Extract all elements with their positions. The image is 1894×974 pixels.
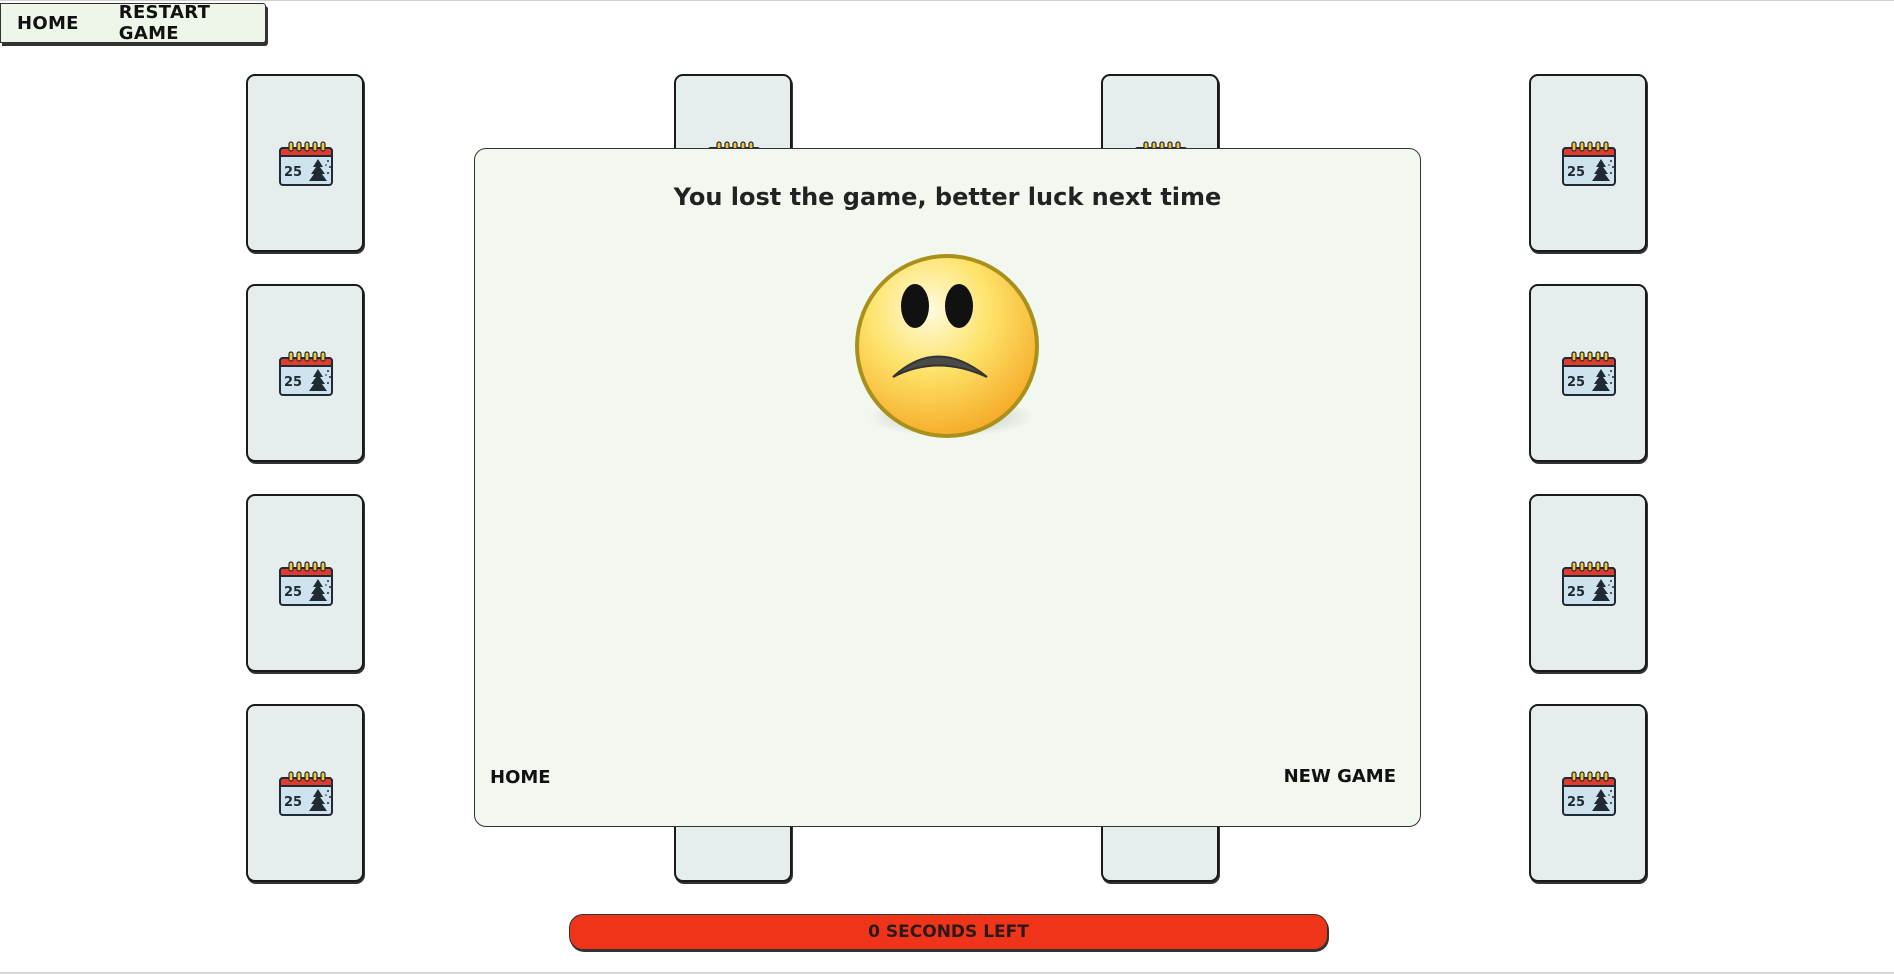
christmas-calendar-icon: 25 <box>279 141 333 186</box>
game-over-dialog: You lost the game, better luck next time… <box>474 148 1421 827</box>
new-game-button[interactable]: NEW GAME <box>1284 766 1396 787</box>
home-button[interactable]: HOME <box>17 13 79 34</box>
svg-text:25: 25 <box>1567 375 1585 390</box>
christmas-calendar-icon: 25 <box>1562 141 1616 186</box>
restart-game-button[interactable]: RESTART GAME <box>119 2 265 44</box>
svg-text:25: 25 <box>1567 795 1585 810</box>
svg-text:25: 25 <box>1567 165 1585 180</box>
countdown-timer-bar: 0 SECONDS LEFT <box>569 914 1328 950</box>
game-over-message: You lost the game, better luck next time <box>673 183 1222 211</box>
christmas-calendar-icon: 25 <box>1562 351 1616 396</box>
svg-text:25: 25 <box>284 795 302 810</box>
sad-face-icon <box>855 254 1039 438</box>
memory-card[interactable]: 25 <box>246 284 364 462</box>
svg-text:25: 25 <box>284 165 302 180</box>
svg-text:25: 25 <box>1567 585 1585 600</box>
memory-card[interactable]: 25 <box>1529 494 1647 672</box>
christmas-calendar-icon: 25 <box>1562 561 1616 606</box>
christmas-calendar-icon: 25 <box>1562 771 1616 816</box>
memory-card[interactable]: 25 <box>246 704 364 882</box>
memory-card[interactable]: 25 <box>1529 74 1647 252</box>
time-left-text: 0 SECONDS LEFT <box>868 922 1029 942</box>
top-toolbar: HOME RESTART GAME <box>0 2 266 44</box>
svg-text:25: 25 <box>284 375 302 390</box>
christmas-calendar-icon: 25 <box>279 351 333 396</box>
christmas-calendar-icon: 25 <box>279 561 333 606</box>
christmas-calendar-icon: 25 <box>279 771 333 816</box>
svg-text:25: 25 <box>284 585 302 600</box>
memory-card[interactable]: 25 <box>246 494 364 672</box>
dialog-home-button[interactable]: HOME <box>490 767 551 788</box>
memory-card[interactable]: 25 <box>1529 284 1647 462</box>
memory-card[interactable]: 25 <box>1529 704 1647 882</box>
memory-card[interactable]: 25 <box>246 74 364 252</box>
